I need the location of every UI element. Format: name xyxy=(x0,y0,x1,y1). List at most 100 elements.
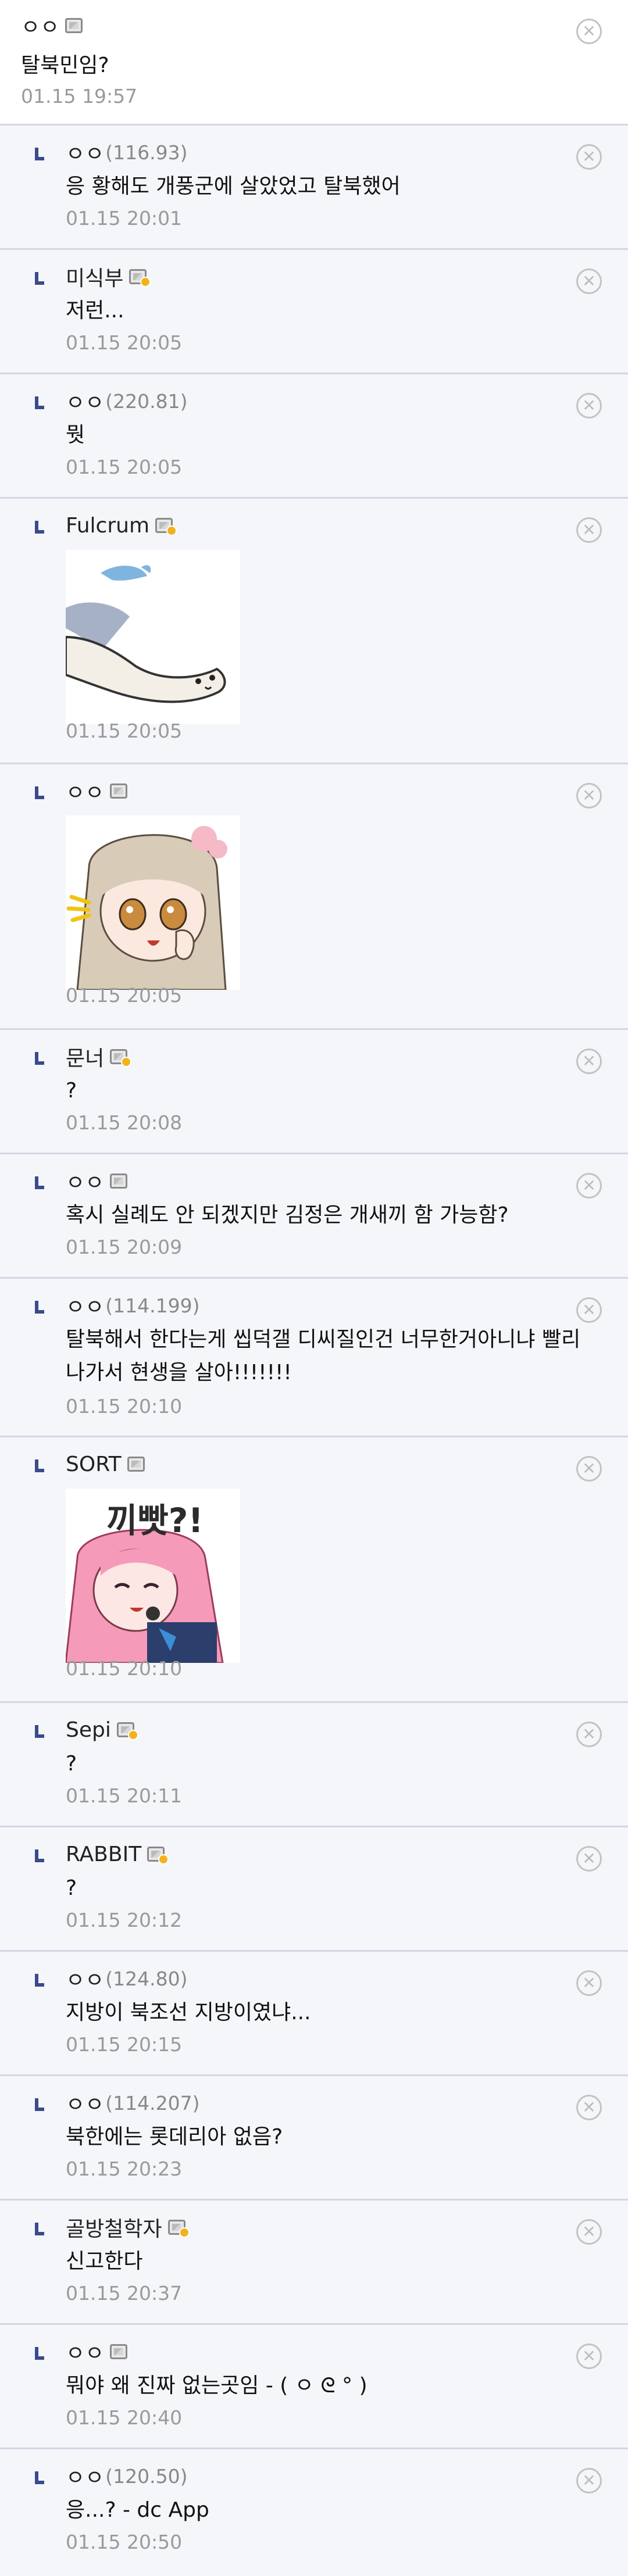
fixed-member-badge-icon xyxy=(110,1049,132,1067)
ip-address: (116.93) xyxy=(105,141,188,164)
comment-text: 응 황해도 개풍군에 살았었고 탈북했어 xyxy=(66,174,401,198)
nickname[interactable]: ㅇㅇ xyxy=(66,2337,104,2367)
x-circle-icon[interactable]: ✕ xyxy=(576,1846,602,1872)
x-circle-icon[interactable]: ✕ xyxy=(576,2095,602,2120)
x-circle-icon[interactable]: ✕ xyxy=(576,144,602,170)
comment-header: ㅇㅇ xyxy=(21,12,83,40)
reply-arrow-icon xyxy=(35,1974,44,1987)
x-circle-icon[interactable]: ✕ xyxy=(576,269,602,294)
nickname[interactable]: ㅇㅇ xyxy=(66,2461,104,2491)
comment-header: SORT xyxy=(66,1450,145,1478)
ip-address: (114.207) xyxy=(105,2091,200,2115)
reply-item: ㅇㅇ (114.207) 북한에는 롯데리아 없음? 01.15 20:23 ✕ xyxy=(0,2076,628,2201)
comment-text: 혹시 실례도 안 되겠지만 김정은 개새끼 함 가능함? xyxy=(66,1203,509,1227)
comment-text: 북한에는 롯데리아 없음? xyxy=(66,2125,283,2149)
nickname[interactable]: ㅇㅇ xyxy=(66,776,104,806)
comment-header: Fulcrum xyxy=(66,511,177,539)
fixed-member-badge-icon xyxy=(129,269,151,287)
comment-date: 01.15 20:11 xyxy=(66,1784,183,1807)
member-badge-icon xyxy=(110,783,128,799)
nickname[interactable]: ㅇㅇ xyxy=(66,1166,104,1196)
comment-header: 골방철학자 xyxy=(66,2212,190,2242)
nickname[interactable]: Fulcrum xyxy=(66,514,149,538)
comment-date: 01.15 20:05 xyxy=(66,331,183,354)
x-circle-icon[interactable]: ✕ xyxy=(576,393,602,418)
ip-address: (114.199) xyxy=(105,1294,200,1317)
seal-sticker xyxy=(66,550,240,724)
x-circle-icon[interactable]: ✕ xyxy=(576,1722,602,1747)
reply-item: ㅇㅇ (120.50) 응...? - dc App 01.15 20:50 ✕ xyxy=(0,2449,628,2575)
sticker-text: 끼빳?! xyxy=(106,1501,204,1540)
comment-header: 문너 xyxy=(66,1042,132,1072)
x-circle-icon[interactable]: ✕ xyxy=(576,1456,602,1482)
comment-header: ㅇㅇ (114.199) xyxy=(66,1290,200,1321)
comment-date: 01.15 20:05 xyxy=(66,456,183,478)
comment-header: ㅇㅇ xyxy=(66,1166,128,1196)
comment-header: ㅇㅇ (124.80) xyxy=(66,1963,188,1994)
nickname[interactable]: Sepi xyxy=(66,1718,111,1742)
x-circle-icon[interactable]: ✕ xyxy=(576,2219,602,2245)
member-badge-icon xyxy=(110,1173,128,1189)
comment-text: 저런... xyxy=(66,299,124,323)
comment-header: ㅇㅇ (116.93) xyxy=(66,137,188,167)
nickname[interactable]: 골방철학자 xyxy=(66,2212,162,2242)
comment-date: 01.15 20:01 xyxy=(66,207,183,230)
x-circle-icon[interactable]: ✕ xyxy=(576,19,602,44)
reply-item: Sepi ? 01.15 20:11 ✕ xyxy=(0,1703,628,1827)
comment-date: 01.15 20:15 xyxy=(66,2033,183,2056)
reply-item: ㅇㅇ (124.80) 지방이 북조선 지방이였냐... 01.15 20:15… xyxy=(0,1952,628,2076)
reply-arrow-icon xyxy=(35,148,44,160)
nickname[interactable]: 문너 xyxy=(66,1042,104,1072)
reply-arrow-icon xyxy=(35,2471,44,2484)
nickname[interactable]: SORT xyxy=(66,1452,122,1476)
reply-arrow-icon xyxy=(35,1176,44,1189)
comment-date: 01.15 20:10 xyxy=(66,1657,183,1680)
comment-date: 01.15 20:09 xyxy=(66,1236,183,1258)
reply-arrow-icon xyxy=(35,1052,44,1065)
nickname[interactable]: ㅇㅇ xyxy=(21,10,59,41)
comment-header: 미식부 xyxy=(66,262,151,292)
reply-item: ㅇㅇ (116.93) 응 황해도 개풍군에 살았었고 탈북했어 01.15 2… xyxy=(0,126,628,250)
comment-date: 01.15 19:57 xyxy=(21,85,138,108)
reply-item: 골방철학자 신고한다 01.15 20:37 ✕ xyxy=(0,2201,628,2325)
x-circle-icon[interactable]: ✕ xyxy=(576,517,602,543)
nickname[interactable]: ㅇㅇ xyxy=(66,1963,104,1994)
member-badge-icon xyxy=(127,1457,145,1472)
reply-arrow-icon xyxy=(35,521,44,534)
ip-address: (124.80) xyxy=(105,1967,188,1990)
comment-text: 신고한다 xyxy=(66,2249,143,2273)
nickname[interactable]: 미식부 xyxy=(66,262,123,292)
comment-header: ㅇㅇ (114.207) xyxy=(66,2089,199,2117)
comment-text: 응...? - dc App xyxy=(66,2498,209,2522)
nickname[interactable]: ㅇㅇ xyxy=(66,137,104,167)
x-circle-icon[interactable]: ✕ xyxy=(576,783,602,808)
nickname[interactable]: RABBIT xyxy=(66,1842,141,1866)
comment-header: ㅇㅇ (220.81) xyxy=(66,386,188,416)
comment-date: 01.15 20:05 xyxy=(66,720,183,742)
reply-item: ㅇㅇ 01.15 20:05 ✕ xyxy=(0,764,628,1030)
reply-item: Fulcrum 01.15 20:05 ✕ xyxy=(0,499,628,764)
comment-date: 01.15 20:40 xyxy=(66,2406,183,2429)
nickname[interactable]: ㅇㅇ xyxy=(66,386,104,416)
fixed-member-badge-icon xyxy=(155,518,177,536)
reply-item: ㅇㅇ (114.199) 탈북해서 한다는게 씹덕갤 디씨질인건 너무한거아니냐… xyxy=(0,1279,628,1437)
comment-date: 01.15 20:12 xyxy=(66,1909,183,1931)
reply-item: ㅇㅇ 혹시 실례도 안 되겠지만 김정은 개새끼 함 가능함? 01.15 20… xyxy=(0,1154,628,1279)
comment-list: ㅇㅇ 탈북민임? 01.15 19:57 ✕ ㅇㅇ (116.93) 응 황해도… xyxy=(0,0,628,2575)
x-circle-icon[interactable]: ✕ xyxy=(576,1297,602,1323)
x-circle-icon[interactable]: ✕ xyxy=(576,2468,602,2493)
nickname[interactable]: ㅇㅇ xyxy=(66,1290,104,1321)
comment-text-line: 탈북해서 한다는게 씹덕갤 디씨질인건 너무한거아니냐 빨리 xyxy=(66,1328,581,1351)
x-circle-icon[interactable]: ✕ xyxy=(576,1173,602,1198)
nickname[interactable]: ㅇㅇ xyxy=(66,2088,104,2118)
ip-address: (220.81) xyxy=(105,389,188,413)
comment-text: 뭣 xyxy=(66,423,85,447)
reply-item: ㅇㅇ 뭐야 왜 진짜 없는곳임 - ( ㅇ ᘓ ° ) 01.15 20:40 … xyxy=(0,2325,628,2449)
reply-arrow-icon xyxy=(35,1725,44,1738)
x-circle-icon[interactable]: ✕ xyxy=(576,1049,602,1074)
fixed-member-badge-icon xyxy=(147,1847,169,1865)
reply-item: 미식부 저런... 01.15 20:05 ✕ xyxy=(0,250,628,374)
x-circle-icon[interactable]: ✕ xyxy=(576,1970,602,1996)
x-circle-icon[interactable]: ✕ xyxy=(576,2344,602,2369)
fixed-member-badge-icon xyxy=(116,1722,138,1740)
